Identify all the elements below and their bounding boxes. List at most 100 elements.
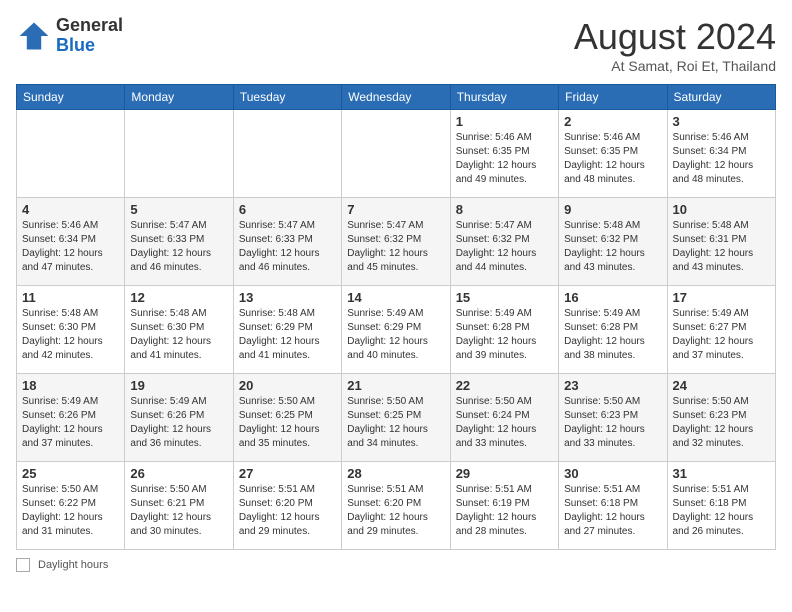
- day-info: Sunrise: 5:49 AM Sunset: 6:26 PM Dayligh…: [130, 395, 227, 451]
- calendar-header-row: SundayMondayTuesdayWednesdayThursdayFrid…: [17, 85, 776, 110]
- day-info: Sunrise: 5:50 AM Sunset: 6:23 PM Dayligh…: [564, 395, 661, 451]
- day-info: Sunrise: 5:49 AM Sunset: 6:28 PM Dayligh…: [456, 307, 553, 363]
- day-info: Sunrise: 5:47 AM Sunset: 6:33 PM Dayligh…: [239, 219, 336, 275]
- calendar-day-cell: 7 Sunrise: 5:47 AM Sunset: 6:32 PM Daylig…: [342, 198, 450, 286]
- day-number: 26: [130, 466, 227, 481]
- day-of-week-header: Thursday: [450, 85, 558, 110]
- calendar-day-cell: 9 Sunrise: 5:48 AM Sunset: 6:32 PM Daylig…: [559, 198, 667, 286]
- day-number: 11: [22, 290, 119, 305]
- calendar-week-row: 25Sunrise: 5:50 AM Sunset: 6:22 PM Dayli…: [17, 462, 776, 550]
- day-info: Sunrise: 5:46 AM Sunset: 6:34 PM Dayligh…: [673, 131, 770, 187]
- day-number: 17: [673, 290, 770, 305]
- day-info: Sunrise: 5:48 AM Sunset: 6:31 PM Dayligh…: [673, 219, 770, 275]
- day-number: 9: [564, 202, 661, 217]
- day-info: Sunrise: 5:48 AM Sunset: 6:30 PM Dayligh…: [22, 307, 119, 363]
- calendar-day-cell: 20 Sunrise: 5:50 AM Sunset: 6:25 PM Dayli…: [233, 374, 341, 462]
- calendar-week-row: 18 Sunrise: 5:49 AM Sunset: 6:26 PM Dayli…: [17, 374, 776, 462]
- day-number: 31: [673, 466, 770, 481]
- day-number: 15: [456, 290, 553, 305]
- day-number: 29: [456, 466, 553, 481]
- day-number: 1: [456, 114, 553, 129]
- day-number: 3: [673, 114, 770, 129]
- calendar-day-cell: 22Sunrise: 5:50 AM Sunset: 6:24 PM Dayli…: [450, 374, 558, 462]
- calendar-day-cell: 23Sunrise: 5:50 AM Sunset: 6:23 PM Dayli…: [559, 374, 667, 462]
- calendar-week-row: 11 Sunrise: 5:48 AM Sunset: 6:30 PM Dayli…: [17, 286, 776, 374]
- day-info: Sunrise: 5:49 AM Sunset: 6:28 PM Dayligh…: [564, 307, 661, 363]
- calendar-day-cell: 24Sunrise: 5:50 AM Sunset: 6:23 PM Dayli…: [667, 374, 775, 462]
- calendar-week-row: 1 Sunrise: 5:46 AM Sunset: 6:35 PM Daylig…: [17, 110, 776, 198]
- calendar-day-cell: 16 Sunrise: 5:49 AM Sunset: 6:28 PM Dayli…: [559, 286, 667, 374]
- calendar-day-cell: [233, 110, 341, 198]
- day-info: Sunrise: 5:49 AM Sunset: 6:26 PM Dayligh…: [22, 395, 119, 451]
- day-number: 21: [347, 378, 444, 393]
- daylight-label: Daylight hours: [38, 559, 108, 571]
- day-info: Sunrise: 5:48 AM Sunset: 6:32 PM Dayligh…: [564, 219, 661, 275]
- calendar-day-cell: 26 Sunrise: 5:50 AM Sunset: 6:21 PM Dayli…: [125, 462, 233, 550]
- day-info: Sunrise: 5:47 AM Sunset: 6:32 PM Dayligh…: [347, 219, 444, 275]
- day-number: 2: [564, 114, 661, 129]
- calendar-day-cell: 13Sunrise: 5:48 AM Sunset: 6:29 PM Dayli…: [233, 286, 341, 374]
- calendar-day-cell: [342, 110, 450, 198]
- calendar-day-cell: 8Sunrise: 5:47 AM Sunset: 6:32 PM Daylig…: [450, 198, 558, 286]
- day-of-week-header: Saturday: [667, 85, 775, 110]
- calendar-day-cell: 12Sunrise: 5:48 AM Sunset: 6:30 PM Dayli…: [125, 286, 233, 374]
- day-info: Sunrise: 5:51 AM Sunset: 6:20 PM Dayligh…: [239, 483, 336, 539]
- calendar-day-cell: 4 Sunrise: 5:46 AM Sunset: 6:34 PM Daylig…: [17, 198, 125, 286]
- calendar-day-cell: [125, 110, 233, 198]
- day-info: Sunrise: 5:50 AM Sunset: 6:25 PM Dayligh…: [347, 395, 444, 451]
- day-number: 14: [347, 290, 444, 305]
- calendar-day-cell: 17 Sunrise: 5:49 AM Sunset: 6:27 PM Dayli…: [667, 286, 775, 374]
- day-info: Sunrise: 5:46 AM Sunset: 6:35 PM Dayligh…: [456, 131, 553, 187]
- month-year-title: August 2024: [574, 16, 776, 58]
- logo-blue: Blue: [56, 35, 95, 55]
- day-info: Sunrise: 5:46 AM Sunset: 6:35 PM Dayligh…: [564, 131, 661, 187]
- logo-text: General Blue: [56, 16, 123, 56]
- day-of-week-header: Wednesday: [342, 85, 450, 110]
- day-number: 27: [239, 466, 336, 481]
- day-number: 20: [239, 378, 336, 393]
- logo: General Blue: [16, 16, 123, 56]
- day-info: Sunrise: 5:50 AM Sunset: 6:22 PM Dayligh…: [22, 483, 119, 539]
- day-info: Sunrise: 5:51 AM Sunset: 6:20 PM Dayligh…: [347, 483, 444, 539]
- calendar-day-cell: 28 Sunrise: 5:51 AM Sunset: 6:20 PM Dayli…: [342, 462, 450, 550]
- day-number: 5: [130, 202, 227, 217]
- calendar-day-cell: 29Sunrise: 5:51 AM Sunset: 6:19 PM Dayli…: [450, 462, 558, 550]
- calendar-day-cell: 31 Sunrise: 5:51 AM Sunset: 6:18 PM Dayli…: [667, 462, 775, 550]
- day-number: 18: [22, 378, 119, 393]
- calendar-day-cell: 27 Sunrise: 5:51 AM Sunset: 6:20 PM Dayli…: [233, 462, 341, 550]
- daylight-box: [16, 558, 30, 572]
- day-number: 4: [22, 202, 119, 217]
- day-info: Sunrise: 5:50 AM Sunset: 6:23 PM Dayligh…: [673, 395, 770, 451]
- day-number: 10: [673, 202, 770, 217]
- day-info: Sunrise: 5:51 AM Sunset: 6:18 PM Dayligh…: [673, 483, 770, 539]
- day-number: 8: [456, 202, 553, 217]
- day-info: Sunrise: 5:49 AM Sunset: 6:27 PM Dayligh…: [673, 307, 770, 363]
- day-info: Sunrise: 5:50 AM Sunset: 6:25 PM Dayligh…: [239, 395, 336, 451]
- calendar-day-cell: 1 Sunrise: 5:46 AM Sunset: 6:35 PM Daylig…: [450, 110, 558, 198]
- title-section: August 2024 At Samat, Roi Et, Thailand: [574, 16, 776, 74]
- day-info: Sunrise: 5:50 AM Sunset: 6:21 PM Dayligh…: [130, 483, 227, 539]
- day-number: 16: [564, 290, 661, 305]
- calendar-day-cell: 10 Sunrise: 5:48 AM Sunset: 6:31 PM Dayli…: [667, 198, 775, 286]
- day-info: Sunrise: 5:49 AM Sunset: 6:29 PM Dayligh…: [347, 307, 444, 363]
- page-header: General Blue August 2024 At Samat, Roi E…: [16, 16, 776, 74]
- logo-icon: [16, 18, 52, 54]
- calendar-footer: Daylight hours: [16, 558, 776, 572]
- day-of-week-header: Friday: [559, 85, 667, 110]
- calendar-day-cell: 19 Sunrise: 5:49 AM Sunset: 6:26 PM Dayli…: [125, 374, 233, 462]
- day-info: Sunrise: 5:46 AM Sunset: 6:34 PM Dayligh…: [22, 219, 119, 275]
- day-number: 19: [130, 378, 227, 393]
- calendar-day-cell: 3 Sunrise: 5:46 AM Sunset: 6:34 PM Daylig…: [667, 110, 775, 198]
- day-number: 7: [347, 202, 444, 217]
- calendar-day-cell: 14 Sunrise: 5:49 AM Sunset: 6:29 PM Dayli…: [342, 286, 450, 374]
- calendar-table: SundayMondayTuesdayWednesdayThursdayFrid…: [16, 84, 776, 550]
- calendar-day-cell: [17, 110, 125, 198]
- day-of-week-header: Tuesday: [233, 85, 341, 110]
- calendar-day-cell: 2 Sunrise: 5:46 AM Sunset: 6:35 PM Daylig…: [559, 110, 667, 198]
- calendar-day-cell: 5 Sunrise: 5:47 AM Sunset: 6:33 PM Daylig…: [125, 198, 233, 286]
- day-number: 30: [564, 466, 661, 481]
- day-info: Sunrise: 5:47 AM Sunset: 6:33 PM Dayligh…: [130, 219, 227, 275]
- day-number: 28: [347, 466, 444, 481]
- calendar-day-cell: 21 Sunrise: 5:50 AM Sunset: 6:25 PM Dayli…: [342, 374, 450, 462]
- calendar-week-row: 4 Sunrise: 5:46 AM Sunset: 6:34 PM Daylig…: [17, 198, 776, 286]
